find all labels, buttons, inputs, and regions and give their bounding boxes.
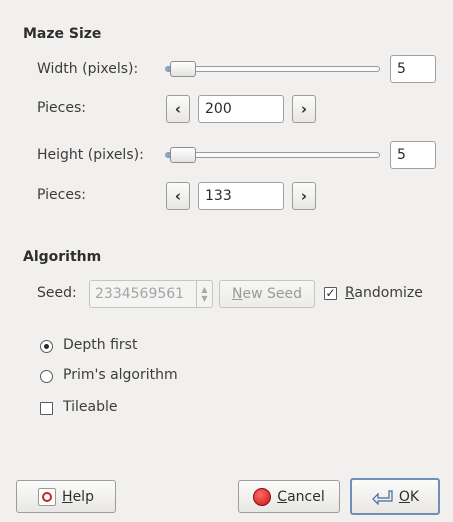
- depth-first-radio[interactable]: [40, 340, 53, 353]
- width-slider-handle[interactable]: [170, 61, 196, 77]
- new-seed-mnemonic: N: [232, 286, 243, 302]
- width-pieces-increment-button[interactable]: ›: [292, 95, 316, 123]
- width-pixels-field[interactable]: 5: [390, 55, 436, 83]
- cancel-button[interactable]: Cancel: [238, 480, 340, 513]
- help-icon: [38, 487, 57, 506]
- height-label: Height (pixels):: [37, 147, 144, 163]
- enter-arrow-icon: [371, 489, 393, 505]
- ok-mnemonic: O: [398, 488, 410, 505]
- height-slider[interactable]: [165, 147, 380, 163]
- seed-label: Seed:: [37, 285, 77, 301]
- help-button[interactable]: Help: [16, 480, 116, 513]
- width-pieces-decrement-button[interactable]: ‹: [166, 95, 190, 123]
- new-seed-button[interactable]: New Seed: [219, 280, 315, 308]
- seed-spinbutton[interactable]: 2334569561 ▲ ▼: [89, 280, 213, 308]
- prims-algorithm-label[interactable]: Prim's algorithm: [63, 367, 178, 383]
- ok-label: K: [409, 488, 420, 505]
- height-pieces-field[interactable]: 133: [198, 182, 284, 210]
- maze-size-title: Maze Size: [23, 26, 102, 42]
- tileable-label[interactable]: Tileable: [63, 399, 117, 415]
- randomize-label-rest: andomize: [354, 285, 423, 301]
- prims-algorithm-radio[interactable]: [40, 370, 53, 383]
- width-label: Width (pixels):: [37, 61, 139, 77]
- ok-button[interactable]: OK: [350, 478, 440, 515]
- spin-up-icon[interactable]: ▲: [201, 285, 207, 294]
- depth-first-label[interactable]: Depth first: [63, 337, 137, 353]
- randomize-label[interactable]: Randomize: [345, 285, 423, 301]
- height-slider-handle[interactable]: [170, 147, 196, 163]
- width-slider[interactable]: [165, 61, 380, 77]
- height-pieces-label: Pieces:: [37, 187, 86, 203]
- tileable-checkbox[interactable]: [40, 402, 53, 415]
- height-pieces-decrement-button[interactable]: ‹: [166, 182, 190, 210]
- width-pieces-label: Pieces:: [37, 100, 86, 116]
- cancel-icon: [253, 487, 272, 506]
- randomize-mnemonic: R: [345, 285, 355, 301]
- seed-spin-arrows[interactable]: ▲ ▼: [196, 281, 212, 307]
- cancel-mnemonic: C: [277, 488, 288, 505]
- new-seed-label: ew Seed: [242, 286, 302, 302]
- spin-down-icon[interactable]: ▼: [201, 294, 207, 303]
- height-pixels-field[interactable]: 5: [390, 141, 436, 169]
- algorithm-title: Algorithm: [23, 249, 102, 265]
- help-mnemonic: H: [62, 488, 73, 505]
- width-pieces-field[interactable]: 200: [198, 95, 284, 123]
- help-label: elp: [72, 488, 94, 505]
- randomize-checkbox[interactable]: ✓: [324, 287, 337, 300]
- height-pieces-increment-button[interactable]: ›: [292, 182, 316, 210]
- cancel-label: ancel: [287, 488, 325, 505]
- seed-value: 2334569561: [95, 286, 185, 302]
